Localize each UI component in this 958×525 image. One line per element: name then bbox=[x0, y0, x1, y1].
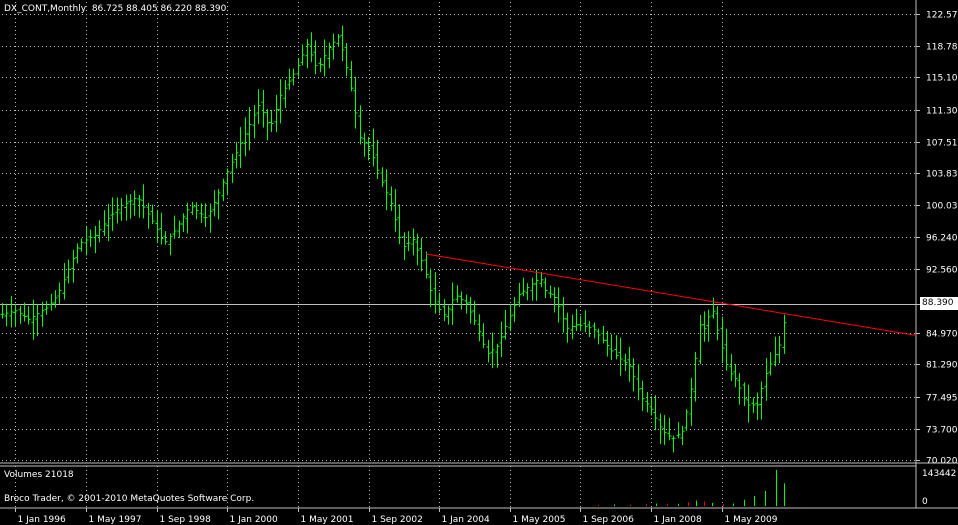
y-tick-label: 70.020 bbox=[926, 457, 958, 467]
chart-header: DX_CONT,Monthly 86.725 88.405 86.220 88.… bbox=[4, 4, 226, 15]
x-tick-label: 1 Sep 2006 bbox=[583, 515, 635, 525]
volume-zero-label: 0 bbox=[922, 497, 928, 507]
y-tick-label: 115.100 bbox=[926, 74, 958, 84]
current-price-label: 88.390 bbox=[920, 297, 958, 310]
x-tick-label: 1 Sep 2002 bbox=[372, 515, 423, 525]
y-tick-label: 107.510 bbox=[926, 139, 958, 149]
ohlc-values: 86.725 88.405 86.220 88.390 bbox=[91, 4, 227, 14]
x-tick-label: 1 May 1997 bbox=[89, 515, 142, 525]
y-tick-label: 103.830 bbox=[926, 170, 958, 180]
x-tick-label: 1 Jan 2000 bbox=[230, 515, 278, 525]
y-tick-label: 84.970 bbox=[926, 330, 958, 340]
x-tick-label: 1 Jan 2008 bbox=[654, 515, 702, 525]
y-tick-label: 81.290 bbox=[926, 361, 958, 371]
y-tick-label: 77.495 bbox=[926, 394, 958, 404]
volume-max-label: 143442 bbox=[922, 469, 956, 479]
x-tick-label: 1 May 2001 bbox=[301, 515, 354, 525]
y-tick-label: 73.700 bbox=[926, 426, 958, 436]
y-tick-label: 118.780 bbox=[926, 43, 958, 53]
y-tick-label: 96.240 bbox=[926, 234, 958, 244]
x-tick-label: 1 Sep 1998 bbox=[160, 515, 212, 525]
y-tick-label: 92.560 bbox=[926, 266, 958, 276]
symbol-timeframe: DX_CONT,Monthly bbox=[4, 4, 87, 14]
x-tick-label: 1 May 2009 bbox=[725, 515, 778, 525]
x-tick-label: 1 May 2005 bbox=[513, 515, 566, 525]
y-tick-label: 122.575 bbox=[926, 11, 958, 21]
candles bbox=[0, 25, 787, 453]
price-chart[interactable]: 1 Jan 1996 1 May 1997 1 Sep 1998 1 Jan 2000… bbox=[0, 0, 958, 525]
volume-header: Volumes 21018 bbox=[4, 470, 74, 480]
trendline bbox=[425, 253, 917, 336]
x-tick-label: 1 Jan 2004 bbox=[442, 515, 490, 525]
x-tick-label: 1 Jan 1996 bbox=[18, 515, 66, 525]
copyright-text: Broco Trader, © 2001-2010 MetaQuotes Sof… bbox=[4, 494, 255, 504]
y-tick-label: 111.305 bbox=[926, 107, 958, 117]
y-tick-label: 100.035 bbox=[926, 202, 958, 212]
